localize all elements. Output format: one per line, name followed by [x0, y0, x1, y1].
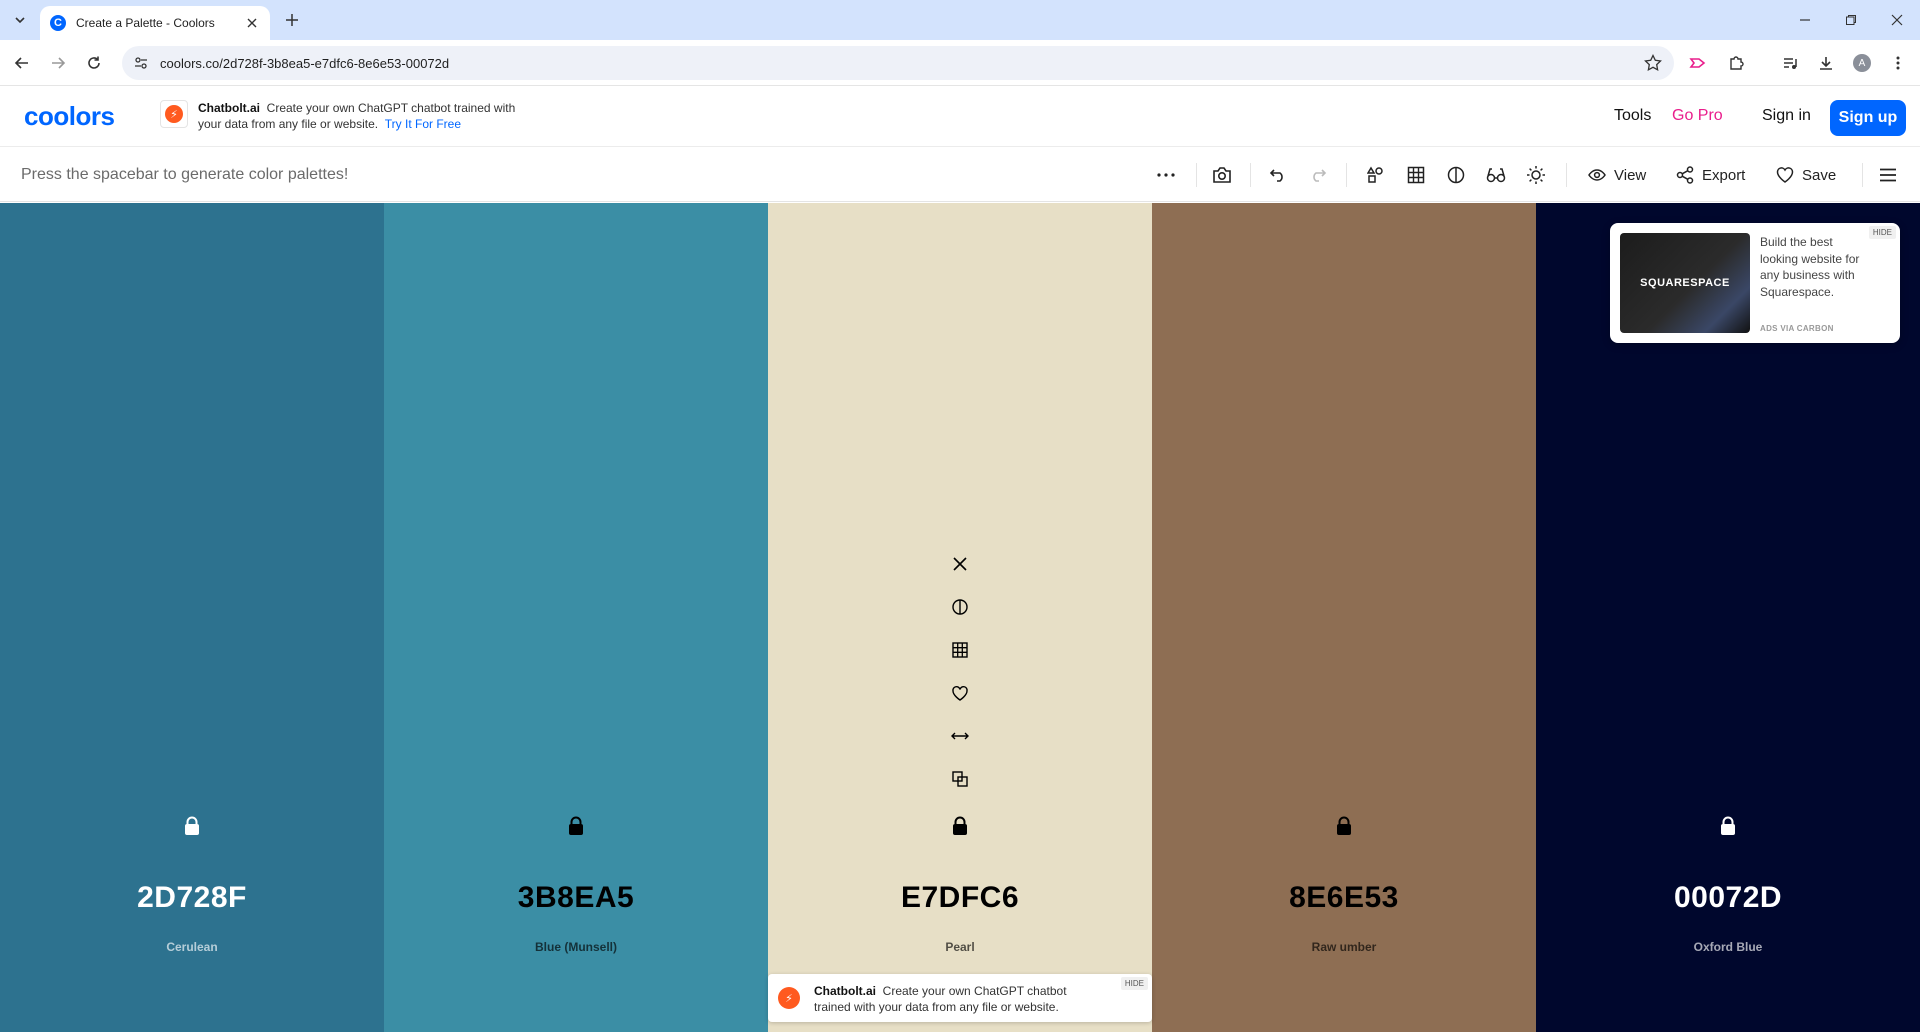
swatch-tools — [945, 549, 975, 807]
shapes-icon[interactable] — [1362, 161, 1390, 189]
swatch-copy-icon[interactable] — [945, 764, 975, 794]
color-blindness-glasses-icon[interactable] — [1482, 161, 1510, 189]
bottom-promo-ad[interactable]: ⚡ Chatbolt.ai Create your own ChatGPT ch… — [768, 974, 1152, 1022]
swatch-lock-icon[interactable] — [1713, 811, 1743, 841]
view-button[interactable]: View — [1588, 161, 1646, 189]
tab-search-chevron-icon[interactable] — [8, 8, 32, 32]
save-button[interactable]: Save — [1776, 161, 1836, 189]
swatch-color-name[interactable]: Cerulean — [0, 940, 384, 954]
export-label: Export — [1702, 166, 1746, 184]
swatch-hex-code[interactable]: E7DFC6 — [768, 881, 1152, 915]
swatch-hex-code[interactable]: 2D728F — [0, 881, 384, 915]
swatch-color-name[interactable]: Blue (Munsell) — [384, 940, 768, 954]
more-options-icon[interactable] — [1152, 161, 1180, 189]
swatch-lock-icon[interactable] — [561, 811, 591, 841]
carbon-ad[interactable]: SQUARESPACE Build the best looking websi… — [1610, 223, 1900, 343]
profile-avatar-icon[interactable]: A — [1848, 49, 1876, 77]
color-swatch[interactable]: 8E6E53 Raw umber — [1152, 203, 1536, 1032]
hide-carbon-ad-button[interactable]: HIDE — [1868, 226, 1896, 239]
ads-via-carbon-label[interactable]: ADS VIA CARBON — [1760, 324, 1834, 333]
header-promo-ad[interactable]: ⚡ Chatbolt.ai Create your own ChatGPT ch… — [160, 100, 528, 132]
camera-icon[interactable] — [1208, 161, 1236, 189]
spacebar-hint: Press the spacebar to generate color pal… — [21, 166, 349, 183]
tab-close-icon[interactable] — [244, 15, 260, 31]
brightness-sun-icon[interactable] — [1522, 161, 1550, 189]
extensions-puzzle-icon[interactable] — [1722, 49, 1750, 77]
nav-go-pro-link[interactable]: Go Pro — [1672, 107, 1723, 125]
browser-menu-kebab-icon[interactable] — [1884, 49, 1912, 77]
coolors-logo[interactable]: coolors — [24, 101, 115, 132]
swatch-hex-code[interactable]: 3B8EA5 — [384, 881, 768, 915]
bottom-ad-text: Chatbolt.ai Create your own ChatGPT chat… — [814, 983, 1104, 1015]
header-promo-text: Chatbolt.ai Create your own ChatGPT chat… — [198, 100, 528, 132]
site-info-icon[interactable] — [134, 56, 148, 70]
browser-tab-bar: C Create a Palette - Coolors — [0, 0, 1920, 40]
chatbolt-logo-icon: ⚡ — [160, 100, 188, 128]
nav-tools-link[interactable]: Tools — [1614, 107, 1651, 125]
browser-address-bar: coolors.co/2d728f-3b8ea5-e7dfc6-8e6e53-0… — [0, 40, 1920, 86]
color-swatch[interactable]: 2D728F Cerulean — [0, 203, 384, 1032]
export-button[interactable]: Export — [1676, 161, 1745, 189]
eye-icon — [1588, 169, 1606, 181]
nav-sign-in-link[interactable]: Sign in — [1762, 107, 1811, 125]
generator-toolbar: Press the spacebar to generate color pal… — [0, 148, 1920, 202]
swatch-lock-icon[interactable] — [177, 811, 207, 841]
reload-icon[interactable] — [80, 49, 108, 77]
contrast-icon[interactable] — [1442, 161, 1470, 189]
swatch-lock-icon[interactable] — [1329, 811, 1359, 841]
swatch-heart-icon[interactable] — [945, 678, 975, 708]
swatch-color-name[interactable]: Pearl — [768, 940, 1152, 954]
heart-icon — [1776, 167, 1794, 183]
save-label: Save — [1802, 166, 1837, 184]
downloads-icon[interactable] — [1812, 49, 1840, 77]
coolors-favicon-icon: C — [50, 15, 66, 31]
swatch-hex-code[interactable]: 8E6E53 — [1152, 881, 1536, 915]
hamburger-menu-icon[interactable] — [1874, 161, 1902, 189]
swatch-hex-code[interactable]: 00072D — [1536, 881, 1920, 915]
swatch-color-name[interactable]: Oxford Blue — [1536, 940, 1920, 954]
swatch-grid-icon[interactable] — [945, 635, 975, 665]
grid-view-icon[interactable] — [1402, 161, 1430, 189]
carbon-ad-text[interactable]: Build the best looking website for any b… — [1760, 234, 1860, 300]
header-promo-cta-link[interactable]: Try It For Free — [385, 117, 461, 131]
color-swatch[interactable]: E7DFC6 Pearl — [768, 203, 1152, 1032]
color-swatch[interactable]: 3B8EA5 Blue (Munsell) — [384, 203, 768, 1032]
swatch-close-icon[interactable] — [945, 549, 975, 579]
media-queue-icon[interactable] — [1776, 49, 1804, 77]
swatch-lock-icon[interactable] — [945, 811, 975, 841]
sign-up-button[interactable]: Sign up — [1830, 100, 1906, 136]
new-tab-plus-icon[interactable] — [280, 8, 304, 32]
undo-icon[interactable] — [1264, 161, 1292, 189]
redo-icon[interactable] — [1304, 161, 1332, 189]
view-label: View — [1614, 166, 1647, 184]
url-text[interactable]: coolors.co/2d728f-3b8ea5-e7dfc6-8e6e53-0… — [160, 56, 449, 71]
extension-pink-icon[interactable] — [1684, 49, 1712, 77]
chatbolt-logo-icon: ⚡ — [778, 987, 800, 1009]
back-arrow-icon[interactable] — [8, 49, 36, 77]
share-icon — [1676, 166, 1694, 184]
tab-title: Create a Palette - Coolors — [76, 16, 215, 30]
browser-tab[interactable]: C Create a Palette - Coolors — [40, 6, 270, 40]
swatch-drag-icon[interactable] — [945, 721, 975, 751]
swatch-contrast-icon[interactable] — [945, 592, 975, 622]
hide-bottom-ad-button[interactable]: HIDE — [1120, 977, 1148, 990]
url-omnibox[interactable]: coolors.co/2d728f-3b8ea5-e7dfc6-8e6e53-0… — [122, 46, 1674, 80]
squarespace-ad-image[interactable]: SQUARESPACE — [1620, 233, 1750, 333]
close-window-icon[interactable] — [1874, 0, 1920, 40]
header-promo-brand: Chatbolt.ai — [198, 101, 260, 115]
forward-arrow-icon[interactable] — [44, 49, 72, 77]
bottom-ad-brand: Chatbolt.ai — [814, 984, 876, 998]
restore-window-icon[interactable] — [1828, 0, 1874, 40]
bookmark-star-icon[interactable] — [1644, 54, 1662, 72]
site-header: coolors ⚡ Chatbolt.ai Create your own Ch… — [0, 87, 1920, 147]
minimize-window-icon[interactable] — [1782, 0, 1828, 40]
swatch-color-name[interactable]: Raw umber — [1152, 940, 1536, 954]
